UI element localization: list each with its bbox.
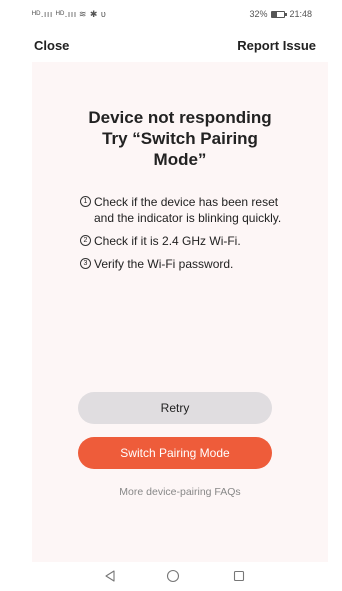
tip-number-badge: 1 [80, 196, 91, 207]
tips-list: 1 Check if the device has been reset and… [80, 194, 290, 279]
tip-text: Check if the device has been reset and t… [94, 195, 282, 225]
tip-number-badge: 2 [80, 235, 91, 246]
close-button[interactable]: Close [34, 38, 69, 53]
status-left-icons: ᴴᴰ.ııı ᴴᴰ.ııı ≋ ✱ υ [32, 9, 106, 20]
report-issue-button[interactable]: Report Issue [237, 38, 316, 53]
system-nav-bar [0, 562, 342, 591]
back-triangle-icon[interactable] [100, 566, 120, 586]
tip-item: 2 Check if it is 2.4 GHz Wi-Fi. [80, 233, 290, 249]
switch-pairing-mode-button[interactable]: Switch Pairing Mode [78, 437, 272, 469]
title-line-3: Mode” [153, 150, 207, 169]
signal-icon: ᴴᴰ.ııı ᴴᴰ.ııı [32, 9, 77, 19]
tip-number-badge: 3 [80, 258, 91, 269]
wifi-bluetooth-icons: ≋ ✱ υ [78, 8, 107, 19]
battery-percent: 32% [249, 9, 268, 19]
recent-square-icon[interactable] [229, 566, 249, 586]
tip-item: 3 Verify the Wi-Fi password. [80, 256, 290, 272]
tip-text: Verify the Wi-Fi password. [94, 257, 234, 271]
content-card: Device not responding Try “Switch Pairin… [32, 62, 328, 562]
clock: 21:48 [289, 9, 312, 19]
title-line-2: Try “Switch Pairing [102, 129, 258, 148]
home-circle-icon[interactable] [163, 566, 183, 586]
tip-text: Check if it is 2.4 GHz Wi-Fi. [94, 234, 241, 248]
page-title: Device not responding Try “Switch Pairin… [32, 107, 328, 170]
status-bar: ᴴᴰ.ııı ᴴᴰ.ııı ≋ ✱ υ 32% 21:48 [0, 0, 342, 28]
status-right-icons: 32% 21:48 [249, 9, 312, 19]
top-bar: Close Report Issue [0, 30, 342, 60]
retry-button[interactable]: Retry [78, 392, 272, 424]
pairing-faq-link[interactable]: More device-pairing FAQs [32, 486, 328, 498]
battery-icon [271, 10, 288, 18]
tip-item: 1 Check if the device has been reset and… [80, 194, 290, 226]
title-line-1: Device not responding [88, 108, 272, 127]
